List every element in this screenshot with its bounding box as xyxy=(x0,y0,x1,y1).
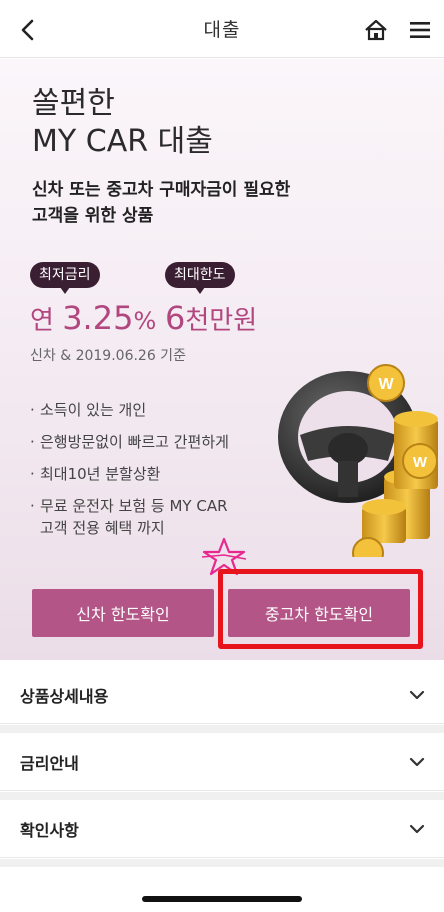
list-item: · 최대10년 분할상환 xyxy=(30,463,270,485)
list-item: · 은행방문없이 빠르고 간편하게 xyxy=(30,431,270,453)
section-divider xyxy=(0,792,444,800)
min-rate-value: 연 3.25% xyxy=(30,299,156,337)
limit-unit: 천만원 xyxy=(185,306,258,336)
rate-unit: % xyxy=(133,307,157,335)
page-title: 대출 xyxy=(203,19,241,41)
limit-number: 6 xyxy=(165,299,186,337)
home-button[interactable] xyxy=(362,16,390,44)
coin-symbol: W xyxy=(413,454,428,471)
product-title: 쏠편한 MY CAR 대출 xyxy=(32,85,213,161)
min-rate-tag: 최저금리 xyxy=(30,262,100,294)
top-navigation-bar: 대출 xyxy=(0,0,444,58)
accordion-product-details[interactable]: 상품상세내용 xyxy=(0,666,444,724)
accordion-label: 상품상세내용 xyxy=(20,686,109,706)
feature-text: 무료 운전자 보험 등 MY CAR xyxy=(40,497,228,515)
bullet-dot: · xyxy=(30,401,35,419)
max-limit-tag: 최대한도 xyxy=(165,262,235,294)
product-subtitle-line: 고객을 위한 상품 xyxy=(32,206,154,226)
feature-text: 최대10년 분할상환 xyxy=(40,465,161,483)
rate-basis-note: 신차 & 2019.06.26 기준 xyxy=(30,348,186,364)
feature-text: 소득이 있는 개인 xyxy=(40,401,147,419)
section-divider xyxy=(0,859,444,867)
new-car-limit-check-button[interactable]: 신차 한도확인 xyxy=(32,589,214,637)
bullet-dot: · xyxy=(30,433,35,451)
bullet-dot: · xyxy=(30,465,35,483)
home-indicator[interactable] xyxy=(142,896,302,902)
highlight-box xyxy=(218,569,423,649)
rate-number: 3.25 xyxy=(62,299,134,337)
chevron-left-icon xyxy=(21,19,34,41)
back-button[interactable] xyxy=(14,16,42,44)
accordion-label: 금리안내 xyxy=(20,753,79,773)
home-icon xyxy=(365,19,387,41)
accordion-rate-info[interactable]: 금리안내 xyxy=(0,733,444,791)
section-divider xyxy=(0,725,444,733)
accordion-label: 확인사항 xyxy=(20,820,79,840)
coin-symbol: W xyxy=(378,376,394,393)
chevron-down-icon xyxy=(409,757,425,767)
list-item: · 무료 운전자 보험 등 MY CAR 고객 전용 혜택 까지 xyxy=(30,495,270,539)
hamburger-icon xyxy=(410,22,430,38)
feature-list: · 소득이 있는 개인 · 은행방문없이 빠르고 간편하게 · 최대10년 분할… xyxy=(30,399,270,549)
max-limit-value: 6천만원 xyxy=(165,299,257,337)
product-title-line: 쏠편한 xyxy=(32,86,115,121)
product-subtitle: 신차 또는 중고차 구매자금이 필요한 고객을 위한 상품 xyxy=(32,177,290,229)
product-subtitle-line: 신차 또는 중고차 구매자금이 필요한 xyxy=(32,180,291,200)
chevron-down-icon xyxy=(409,690,425,700)
list-item: · 소득이 있는 개인 xyxy=(30,399,270,421)
accordion-notice[interactable]: 확인사항 xyxy=(0,800,444,858)
product-hero: 쏠편한 MY CAR 대출 신차 또는 중고차 구매자금이 필요한 고객을 위한… xyxy=(0,59,444,660)
bullet-dot: · xyxy=(30,497,35,515)
menu-button[interactable] xyxy=(406,16,434,44)
feature-text: 고객 전용 혜택 까지 xyxy=(40,519,165,537)
feature-text: 은행방문없이 빠르고 간편하게 xyxy=(40,433,229,451)
product-title-line: MY CAR 대출 xyxy=(32,124,213,159)
steering-wheel-coins-illustration: W W xyxy=(278,364,438,557)
chevron-down-icon xyxy=(409,824,425,834)
rate-prefix: 연 xyxy=(30,306,63,336)
